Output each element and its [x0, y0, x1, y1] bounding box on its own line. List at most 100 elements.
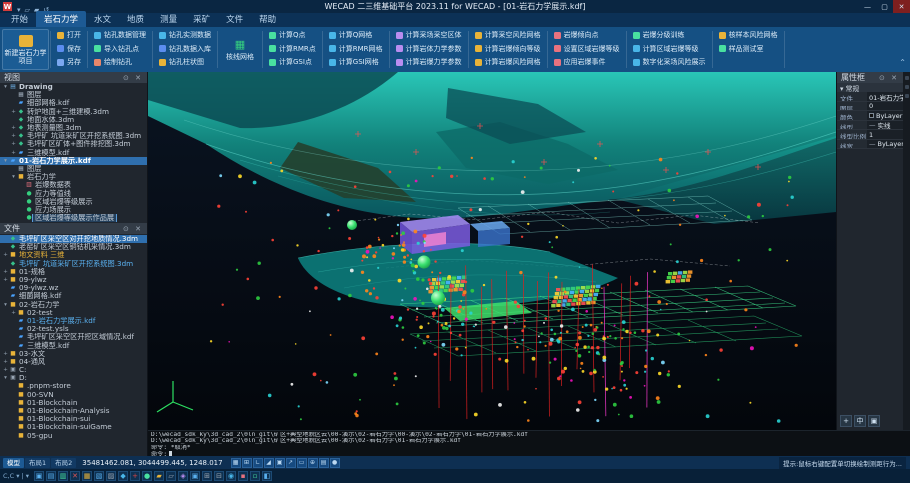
expand-toggle-icon[interactable]: +	[2, 366, 9, 374]
bottombar-icon-4[interactable]: ✕	[70, 471, 80, 481]
side-strip-icon-3[interactable]	[905, 94, 909, 98]
bottombar-icon-3[interactable]: ▥	[58, 471, 68, 481]
layout-tab-3[interactable]: 布局2	[51, 458, 76, 468]
expand-toggle-icon[interactable]: +	[10, 108, 17, 116]
ribbon-button-5-2[interactable]: 计算GSI网格	[326, 56, 386, 69]
property-value[interactable]: 01-岩石力学展示..	[867, 92, 903, 101]
ribbon-button-0-0[interactable]: 打开	[54, 29, 84, 42]
file-tree-item-14[interactable]: ▰三维模型.kdf	[0, 341, 147, 349]
ribbon-tab-6[interactable]: 采矿	[185, 11, 218, 27]
drawing-tree-item-3[interactable]: ▰细部网格.kdf	[0, 99, 147, 107]
ribbon-button-1-0[interactable]: 钻孔数据管理	[91, 29, 149, 42]
drawing-tree-item-4[interactable]: +◆转炉地面+三维建模.3dm	[0, 108, 147, 116]
viewport-3d[interactable]	[148, 72, 836, 430]
file-tree-item-5[interactable]: +■01-规格	[0, 268, 147, 276]
file-tree-item-8[interactable]: ▰细菌网格.kdf	[0, 292, 147, 300]
bottombar-icon-7[interactable]: ▨	[106, 471, 116, 481]
expand-toggle-icon[interactable]: +	[10, 140, 17, 148]
drawing-tree-item-8[interactable]: +◆毛坪矿区矿体+图件排挖图.3dm	[0, 140, 147, 148]
bottombar-icon-2[interactable]: ▤	[46, 471, 56, 481]
file-tree-item-1[interactable]: ◆毛坪矿区采空区对开挖地质情况.3dm	[0, 235, 147, 243]
drawing-tree-item-2[interactable]: ▦图层	[0, 91, 147, 99]
ribbon-button-9-1[interactable]: 计算区域岩爆等级	[630, 43, 709, 56]
panel-pin-close-icons[interactable]: ⊙ ✕	[123, 225, 143, 233]
ribbon-tab-1[interactable]: 开始	[3, 11, 36, 27]
bottombar-icon-18[interactable]: ▪	[238, 471, 248, 481]
property-value[interactable]: ByLayer	[867, 111, 903, 120]
property-value[interactable]: 0	[867, 102, 903, 111]
status-toggle-3[interactable]: ∟	[253, 458, 263, 468]
ribbon-button-4-0[interactable]: 计算Q点	[266, 29, 319, 42]
ribbon-button-8-1[interactable]: 设置区域岩爆等级	[551, 43, 623, 56]
drawing-tree-item-1[interactable]: ▾▤Drawing	[0, 83, 147, 91]
bottombar-icon-13[interactable]: ◈	[178, 471, 188, 481]
bottombar-icon-5[interactable]: ▦	[82, 471, 92, 481]
ribbon-button-0-1[interactable]: 保存	[54, 43, 84, 56]
ribbon-button-0-2[interactable]: 另存	[54, 56, 84, 69]
file-tree-item-7[interactable]: ▰09-ylwz.wz	[0, 284, 147, 292]
ribbon-button-6-2[interactable]: 计算岩爆力学参数	[393, 56, 465, 69]
expand-toggle-icon[interactable]: ▾	[2, 83, 9, 91]
ribbon-tab-5[interactable]: 测量	[152, 11, 185, 27]
ribbon-button-6-0[interactable]: 计算采场采空区体	[393, 29, 465, 42]
drawing-tree-item-12[interactable]: ▾■岩石力学	[0, 173, 147, 181]
new-rock-mechanics-project-button[interactable]: 新建岩石力学项目	[2, 29, 49, 70]
panel-pin-close-icons[interactable]: ⊙ ✕	[123, 74, 143, 82]
ribbon-tab-8[interactable]: 帮助	[251, 11, 284, 27]
ribbon-button-2-0[interactable]: 钻孔实测数据	[156, 29, 214, 42]
bottombar-icon-17[interactable]: ◉	[226, 471, 236, 481]
ribbon-button-7-2[interactable]: 计算岩爆风险网格	[472, 56, 544, 69]
bottombar-icon-19[interactable]: ▫	[250, 471, 260, 481]
file-tree-item-18[interactable]: ▾▣D:	[0, 374, 147, 382]
ribbon-tab-2[interactable]: 岩石力学	[36, 11, 86, 27]
status-toggle-10[interactable]: ●	[330, 458, 340, 468]
status-toggle-7[interactable]: ▭	[297, 458, 307, 468]
bottombar-icon-14[interactable]: ▣	[190, 471, 200, 481]
ribbon-button-8-0[interactable]: 岩爆倾向点	[551, 29, 623, 42]
bottombar-icon-10[interactable]: ●	[142, 471, 152, 481]
property-value[interactable]: —ByLayer	[867, 140, 903, 149]
expand-toggle-icon[interactable]: +	[10, 309, 17, 317]
status-toggle-8[interactable]: ⊕	[308, 458, 318, 468]
ribbon-button-2-1[interactable]: 钻孔数据入库	[156, 43, 214, 56]
close-button[interactable]: ✕	[893, 0, 910, 13]
expand-toggle-icon[interactable]: ▾	[2, 301, 9, 309]
file-tree-item-22[interactable]: ■01-Blockchain-Analysis	[0, 407, 147, 415]
ribbon-button-7-1[interactable]: 计算岩爆倾向等级	[472, 43, 544, 56]
ribbon-collapse-icon[interactable]: ⌃	[899, 58, 906, 67]
file-tree-item-20[interactable]: ■00-SVN	[0, 391, 147, 399]
expand-toggle-icon[interactable]: ▾	[2, 157, 9, 165]
status-toggle-6[interactable]: ↗	[286, 458, 296, 468]
ribbon-button-4-1[interactable]: 计算RMR点	[266, 43, 319, 56]
file-tree-item-21[interactable]: ■01-Blockchain	[0, 399, 147, 407]
file-tree-item-11[interactable]: ▰01-岩石力学展示.kdf	[0, 317, 147, 325]
side-strip-icon-1[interactable]	[905, 76, 909, 80]
layout-tab-2[interactable]: 布局1	[25, 458, 50, 468]
ribbon-button-10-0[interactable]: 核样本风险网格	[716, 29, 781, 42]
bottombar-icon-8[interactable]: ◆	[118, 471, 128, 481]
ribbon-button-4-2[interactable]: 计算GSI点	[266, 56, 319, 69]
ribbon-button-5-0[interactable]: 计算Q网格	[326, 29, 386, 42]
status-toggle-2[interactable]: ⊞	[242, 458, 252, 468]
ribbon-button-9-0[interactable]: 岩爆分级训练	[630, 29, 709, 42]
file-tree-item-13[interactable]: ▰毛坪矿区采空区开挖区域情况.kdf	[0, 333, 147, 341]
ribbon-button-8-2[interactable]: 应用岩爆事件	[551, 56, 623, 69]
expand-toggle-icon[interactable]: +	[2, 268, 9, 276]
file-tree-item-3[interactable]: +■地文资料 三维	[0, 251, 147, 259]
file-tree-item-6[interactable]: +■09-ylwz	[0, 276, 147, 284]
file-tree-item-16[interactable]: +■04-通风	[0, 358, 147, 366]
minimize-button[interactable]: —	[859, 0, 876, 13]
drawing-tree-item-16[interactable]: ●应力场展示	[0, 206, 147, 214]
viewport-nav-icon-1[interactable]: +	[840, 415, 852, 427]
ribbon-button-5-1[interactable]: 计算RMR网格	[326, 43, 386, 56]
ribbon-tab-4[interactable]: 地质	[119, 11, 152, 27]
viewport-nav-icon-2[interactable]: 中	[854, 415, 866, 427]
bottombar-icon-12[interactable]: ▱	[166, 471, 176, 481]
file-tree-item-9[interactable]: ▾■02-岩石力学	[0, 301, 147, 309]
bottombar-icon-9[interactable]: +	[130, 471, 140, 481]
property-value[interactable]: —实线	[867, 121, 903, 130]
drawing-tree-item-7[interactable]: +◆毛坪矿 坑道采矿区开挖系统图.3dm	[0, 132, 147, 140]
maximize-button[interactable]: ▢	[876, 0, 893, 13]
file-tree-item-25[interactable]: ■05-gpu	[0, 432, 147, 440]
file-tree-item-15[interactable]: +■03-水文	[0, 350, 147, 358]
